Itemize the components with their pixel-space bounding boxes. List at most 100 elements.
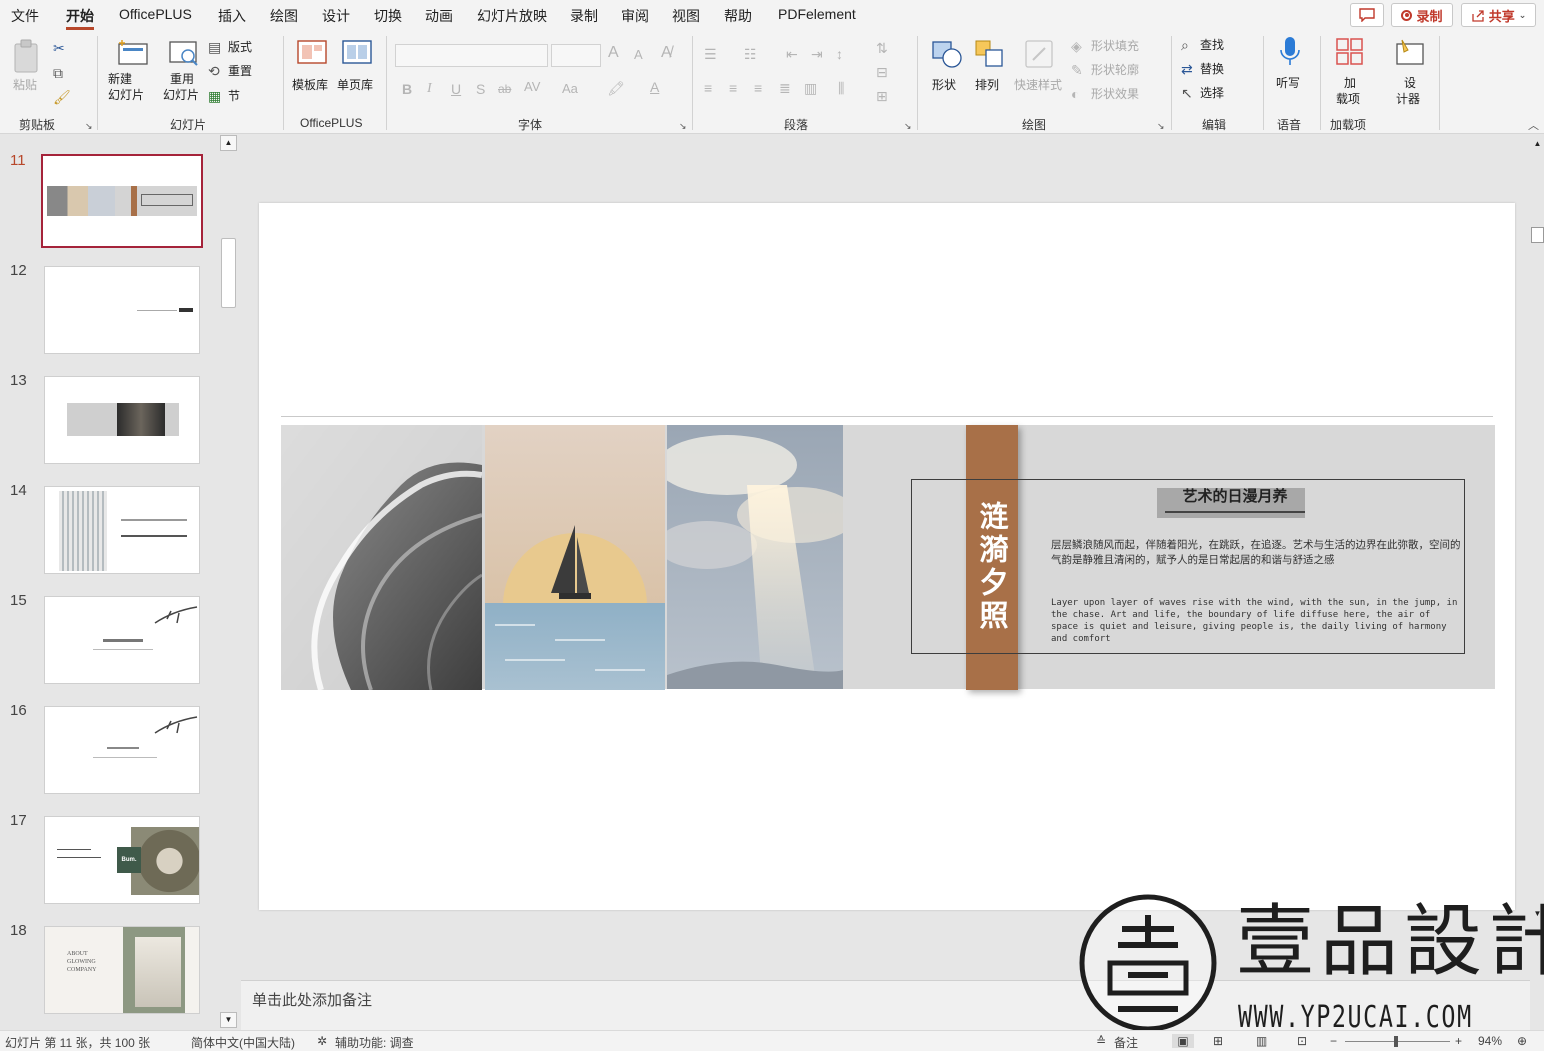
dictate-button[interactable]: 听写 [1272,36,1308,102]
shadow-icon[interactable]: S [476,81,485,97]
underline-icon[interactable]: U [451,81,461,97]
accessibility-icon[interactable]: ✲ [317,1034,327,1048]
clear-format-icon[interactable]: A̸ [661,45,672,61]
comments-button[interactable] [1350,3,1384,27]
quick-styles-button[interactable]: 快速样式 [1014,38,1066,102]
change-case-icon[interactable]: Aa [562,81,578,97]
numbering-icon[interactable]: ☷ [744,46,757,62]
italic-icon[interactable]: I [427,81,432,97]
menu-review[interactable]: 审阅 [621,6,649,26]
highlight-icon[interactable]: 🖍 [607,80,625,96]
reuse-slides-button[interactable]: 重用 幻灯片 [163,38,207,108]
menu-help[interactable]: 帮助 [724,6,752,26]
zoom-slider-thumb[interactable] [1394,1036,1398,1047]
addins-button[interactable]: 加 载项 [1332,36,1368,108]
bold-icon[interactable]: B [402,81,412,97]
zoom-level[interactable]: 94% [1478,1034,1502,1048]
font-name-box[interactable] [395,44,548,67]
arrange-button[interactable]: 排列 [971,38,1009,102]
menu-transitions[interactable]: 切换 [374,6,402,26]
dialog-launcher-icon[interactable]: ↘ [1157,118,1165,134]
copy-icon[interactable]: ⧉ [53,65,63,81]
menu-design[interactable]: 设计 [322,6,350,26]
single-page-library-button[interactable]: 单页库 [337,38,379,94]
align-center-icon[interactable]: ≡ [729,80,737,96]
current-slide[interactable]: 涟漪夕照 艺术的日漫月养 层层鳞浪随风而起，伴随着阳光，在跳跃，在追逐。艺术与生… [259,203,1515,910]
align-right-icon[interactable]: ≡ [754,80,762,96]
notes-toggle-label[interactable]: 备注 [1114,1034,1138,1051]
slide-thumbnail-15[interactable] [44,596,200,684]
menu-home[interactable]: 开始 [66,6,94,26]
columns-icon[interactable]: ⫼ [838,80,844,96]
slide-thumbnail-17[interactable]: Bum. [44,816,200,904]
menu-pdfelement[interactable]: PDFelement [778,6,856,22]
text-direction-icon[interactable]: ⇅ [876,40,888,56]
scroll-thumb[interactable] [221,238,236,308]
shrink-font-icon[interactable]: A [634,47,643,63]
dialog-launcher-icon[interactable]: ↘ [85,118,93,134]
zoom-in-icon[interactable]: + [1455,1034,1462,1048]
align-text-icon[interactable]: ⊟ [876,64,888,80]
align-left-icon[interactable]: ≡ [704,80,712,96]
grow-font-icon[interactable]: A [608,45,619,61]
share-button[interactable]: 共享 ⌄ [1461,3,1536,27]
slideshow-icon[interactable]: ⊡ [1297,1034,1307,1048]
template-library-button[interactable]: 模板库 [292,38,334,94]
menu-officeplus[interactable]: OfficePLUS [119,6,192,22]
dialog-launcher-icon[interactable]: ↘ [904,118,912,134]
shape-fill-button[interactable]: ◈ 形状填充 [1071,38,1161,56]
layout-button[interactable]: ▤ 版式 [208,39,268,57]
collapse-ribbon-icon[interactable]: ︿ [1528,118,1539,134]
section-button[interactable]: ▦ 节 [208,88,268,106]
line-spacing-icon[interactable]: ↕ [836,46,843,62]
replace-button[interactable]: ⇄ 替换 [1181,61,1251,79]
menu-record[interactable]: 录制 [570,6,598,26]
format-painter-icon[interactable]: 🖌 [53,89,71,105]
scroll-down-icon[interactable]: ▼ [220,1012,237,1028]
thumbnail-scrollbar[interactable]: ▲ ▼ [219,135,238,1030]
menu-slideshow[interactable]: 幻灯片放映 [477,6,547,26]
bullets-icon[interactable]: ☰ [704,46,717,62]
char-spacing-icon[interactable]: AV [524,79,540,95]
reset-button[interactable]: ⟲ 重置 [208,63,268,81]
select-button[interactable]: ↖ 选择 [1181,85,1251,103]
paste-button[interactable]: 粘贴 [10,38,44,104]
language-indicator[interactable]: 简体中文(中国大陆) [191,1034,295,1051]
find-button[interactable]: ⌕ 查找 [1181,37,1251,55]
menu-insert[interactable]: 插入 [218,6,246,26]
menu-view[interactable]: 视图 [672,6,700,26]
strikethrough-icon[interactable]: ab [498,81,511,97]
cut-icon[interactable]: ✂ [53,40,65,56]
accessibility-status[interactable]: 辅助功能: 调查 [335,1034,414,1051]
scroll-thumb[interactable] [1531,227,1544,243]
designer-button[interactable]: 设 计器 [1390,36,1430,108]
canvas-scrollbar[interactable]: ▲ ▼ [1531,135,1544,1030]
distribute-icon[interactable]: ▥ [804,80,817,96]
fit-slide-icon[interactable]: ⊕ [1517,1034,1527,1048]
slide-thumbnail-16[interactable] [44,706,200,794]
menu-draw[interactable]: 绘图 [270,6,298,26]
normal-view-icon[interactable]: ▣ [1172,1034,1194,1048]
notes-toggle-icon[interactable]: ≙ [1096,1034,1106,1048]
record-button[interactable]: 录制 [1391,3,1453,27]
menu-animations[interactable]: 动画 [425,6,453,26]
menu-file[interactable]: 文件 [11,6,39,26]
slide-sorter-icon[interactable]: ⊞ [1213,1034,1223,1048]
slide-thumbnail-18[interactable]: ABOUT GLOWING COMPANY [44,926,200,1014]
reading-view-icon[interactable]: ▥ [1256,1034,1267,1048]
scroll-up-icon[interactable]: ▲ [220,135,237,151]
shape-outline-button[interactable]: ✎ 形状轮廓 [1071,62,1161,80]
slide-thumbnail-13[interactable] [44,376,200,464]
zoom-out-icon[interactable]: − [1330,1034,1337,1048]
shape-effects-button[interactable]: ◐ 形状效果 [1071,86,1161,104]
shapes-button[interactable]: 形状 [928,38,966,102]
smartart-icon[interactable]: ⊞ [876,88,888,104]
justify-icon[interactable]: ≣ [779,80,791,96]
scroll-up-icon[interactable]: ▲ [1531,137,1544,151]
slide-thumbnail-12[interactable] [44,266,200,354]
decrease-indent-icon[interactable]: ⇤ [786,46,798,62]
new-slide-button[interactable]: 新建 幻灯片 [108,38,158,108]
slide-thumbnail-11[interactable] [41,154,203,248]
dialog-launcher-icon[interactable]: ↘ [679,118,687,134]
font-color-icon[interactable]: A [650,79,659,95]
